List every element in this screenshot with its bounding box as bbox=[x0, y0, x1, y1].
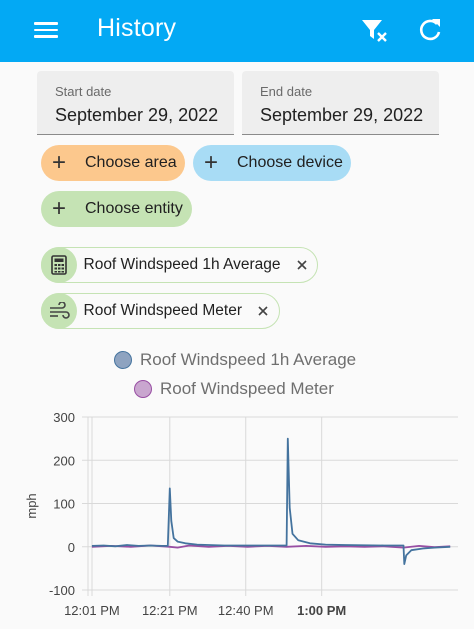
calculator-icon bbox=[40, 247, 77, 283]
end-date-value: September 29, 2022 bbox=[260, 105, 424, 125]
start-date-field[interactable]: Start date September 29, 2022 bbox=[37, 71, 234, 135]
legend-item-meter[interactable]: Roof Windspeed Meter bbox=[134, 379, 334, 399]
chart-grid bbox=[82, 416, 458, 596]
entity-chip-windspeed-meter[interactable]: Roof Windspeed Meter bbox=[40, 293, 280, 329]
x-axis: 12:01 PM 12:21 PM 12:40 PM 1:00 PM bbox=[64, 603, 346, 618]
choose-entity-button[interactable]: + Choose entity bbox=[41, 191, 192, 227]
wind-icon bbox=[40, 293, 77, 329]
filter-remove-icon[interactable] bbox=[360, 16, 390, 44]
choose-area-button[interactable]: + Choose area bbox=[41, 145, 185, 181]
start-date-value: September 29, 2022 bbox=[55, 105, 219, 125]
choose-entity-label: Choose entity bbox=[85, 200, 183, 217]
menu-icon[interactable] bbox=[32, 18, 60, 44]
entity-name: Roof Windspeed 1h Average bbox=[83, 256, 281, 273]
y-axis-label: mph bbox=[24, 493, 39, 518]
choose-area-label: Choose area bbox=[85, 154, 177, 171]
y-tick-label: 0 bbox=[68, 540, 75, 555]
choose-device-button[interactable]: + Choose device bbox=[193, 145, 351, 181]
plus-icon: + bbox=[203, 149, 218, 176]
legend-swatch bbox=[134, 380, 152, 398]
plus-icon: + bbox=[51, 195, 66, 222]
end-date-label: End date bbox=[260, 84, 313, 99]
y-tick-label: 100 bbox=[53, 497, 75, 512]
entity-chip-windspeed-average[interactable]: Roof Windspeed 1h Average bbox=[40, 247, 318, 283]
plus-icon: + bbox=[51, 149, 66, 176]
start-date-label: Start date bbox=[55, 84, 112, 99]
x-tick-label: 12:40 PM bbox=[218, 603, 274, 618]
choose-device-label: Choose device bbox=[237, 154, 343, 171]
app-header: History bbox=[0, 0, 474, 62]
x-tick-label: 12:21 PM bbox=[142, 603, 198, 618]
legend-label: Roof Windspeed Meter bbox=[160, 379, 334, 398]
series-line bbox=[91, 437, 451, 565]
x-tick-label: 12:01 PM bbox=[64, 603, 120, 618]
page-title: History bbox=[97, 14, 177, 42]
y-tick-label: 300 bbox=[53, 410, 75, 425]
entity-name: Roof Windspeed Meter bbox=[83, 302, 243, 319]
x-tick-label: 1:00 PM bbox=[297, 603, 346, 618]
end-date-field[interactable]: End date September 29, 2022 bbox=[242, 71, 439, 135]
remove-entity-icon[interactable] bbox=[293, 256, 311, 274]
legend-label: Roof Windspeed 1h Average bbox=[140, 350, 357, 369]
legend-swatch bbox=[114, 351, 132, 369]
y-tick-label: -100 bbox=[49, 583, 75, 598]
chart-series bbox=[91, 437, 451, 565]
remove-entity-icon[interactable] bbox=[254, 302, 272, 320]
history-chart: 3002001000-100 12:01 PM 12:21 PM 12:40 PM 1… bbox=[24, 410, 458, 618]
y-tick-label: 200 bbox=[53, 453, 75, 468]
y-axis: 300 200 100 0 -100 bbox=[49, 410, 75, 598]
legend-item-average[interactable]: Roof Windspeed 1h Average bbox=[114, 350, 356, 370]
refresh-icon[interactable] bbox=[416, 16, 444, 44]
